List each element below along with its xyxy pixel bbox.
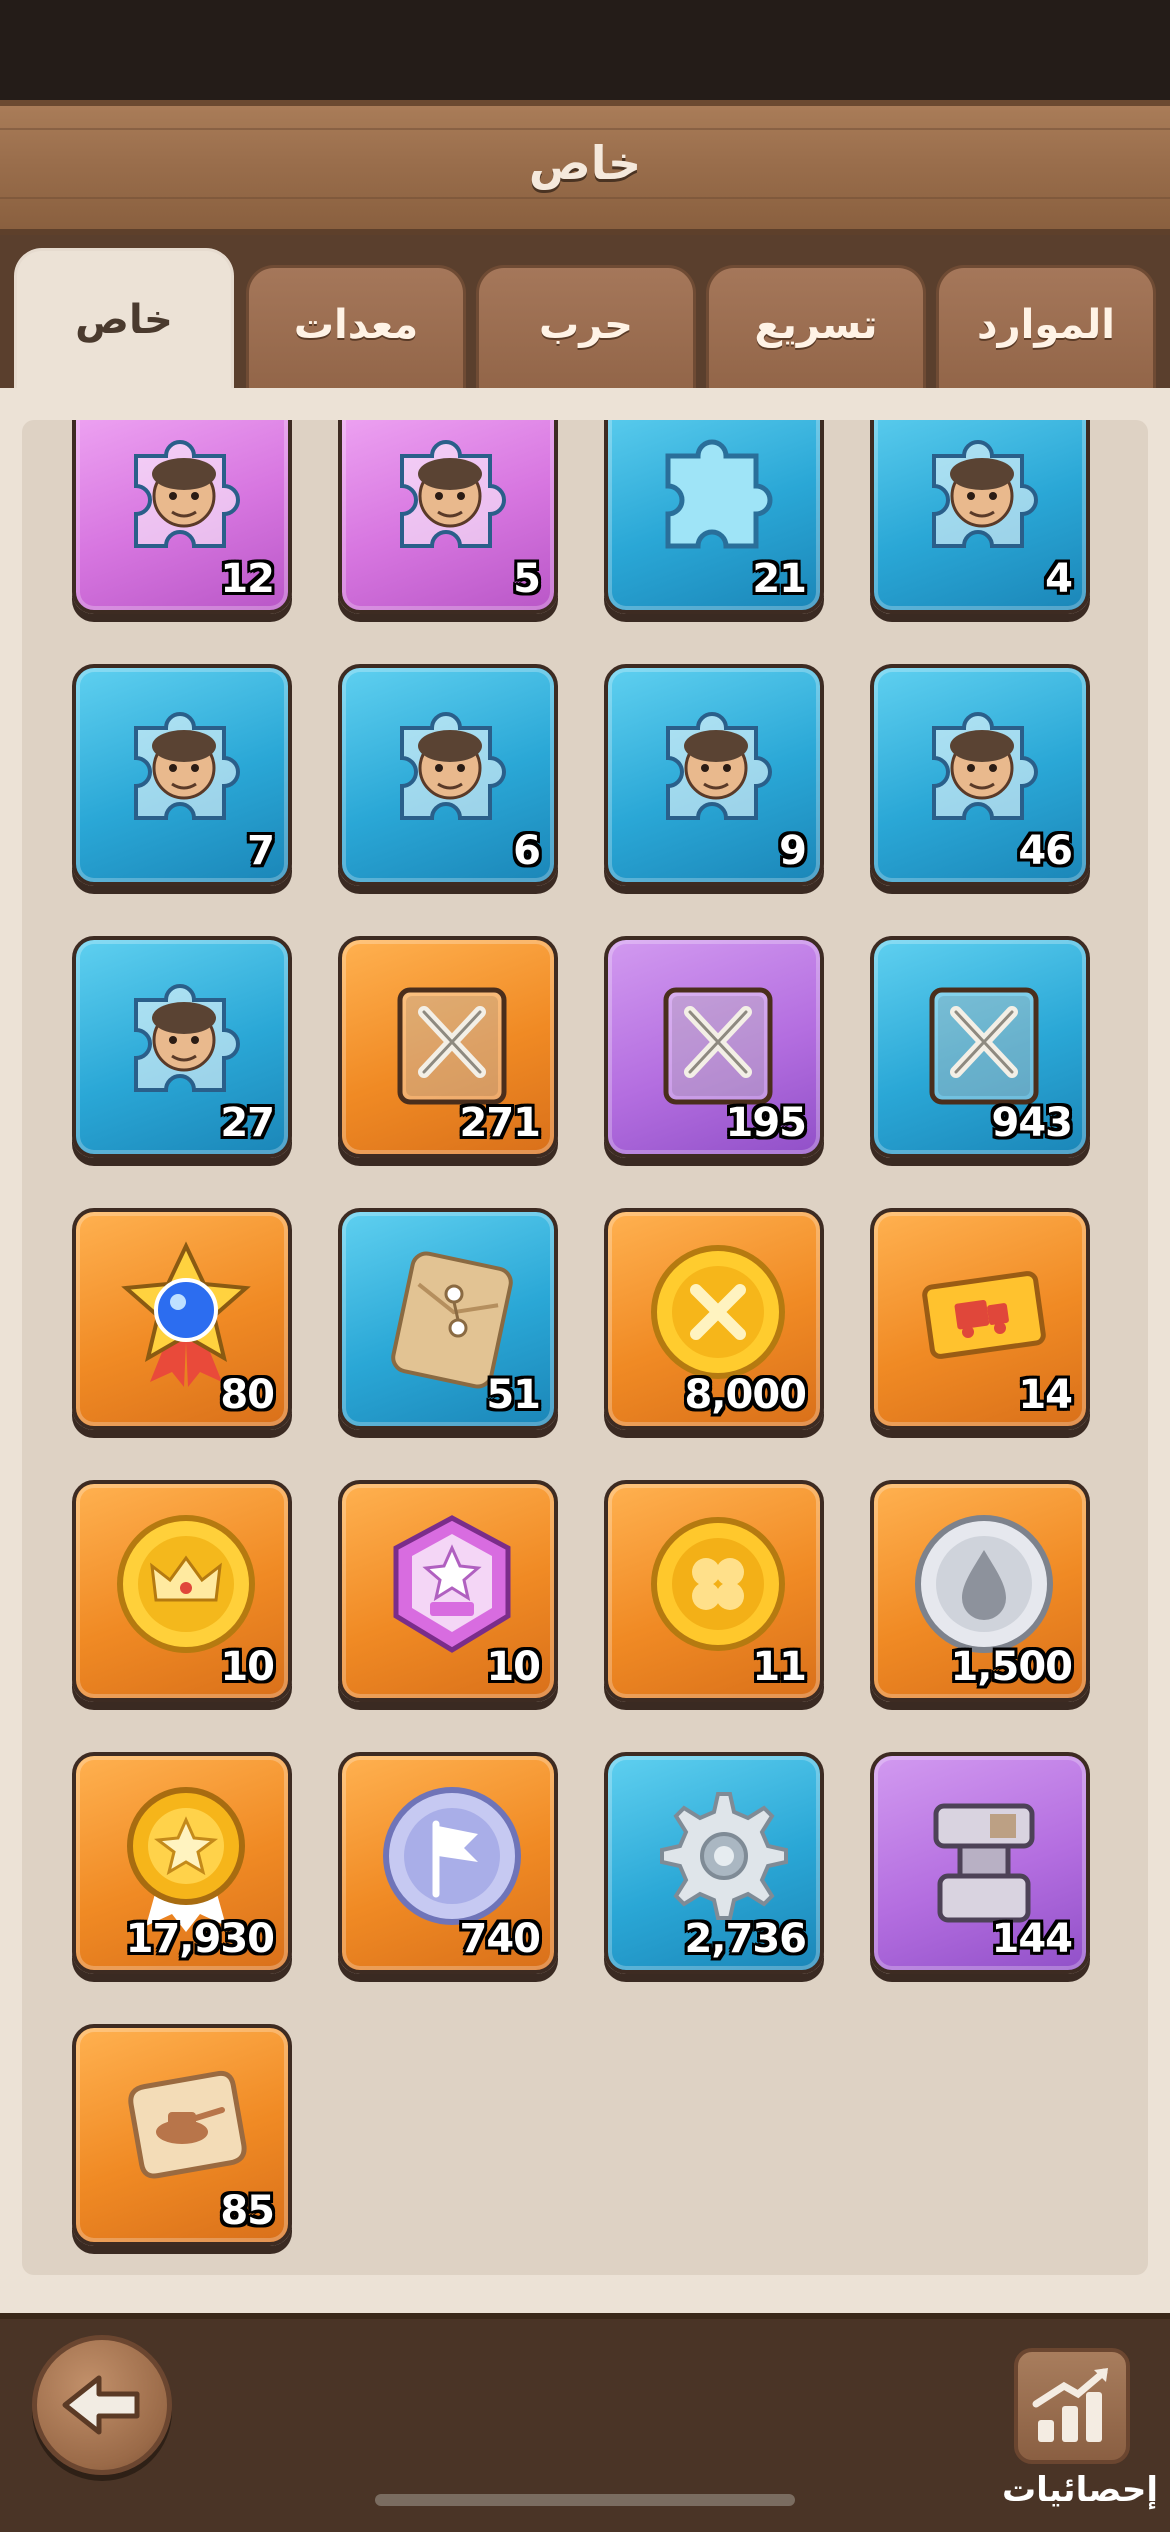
statistics-label: إحصائيات — [1001, 2470, 1158, 2510]
bar-chart-icon — [1032, 2368, 1108, 2442]
item-quantity: 85 — [220, 2188, 275, 2234]
item-quantity: 2,736 — [684, 1916, 807, 1962]
flag-coin-icon — [383, 1787, 521, 1925]
item-rank-badge[interactable]: 10 — [338, 1480, 558, 1702]
item-quantity: 1,500 — [950, 1644, 1073, 1690]
gold-medal-icon — [127, 1787, 245, 1932]
item-quantity: 8,000 — [684, 1372, 807, 1418]
item-quantity: 80 — [220, 1372, 275, 1418]
item-quantity: 7 — [247, 828, 275, 874]
puzzle-hero-icon — [666, 712, 772, 820]
puzzle-hero-icon — [400, 440, 506, 548]
item-quantity: 11 — [752, 1644, 807, 1690]
puzzle-hero-icon — [134, 440, 240, 548]
item-hero-fragment-hooded-mage[interactable]: 5 — [338, 420, 558, 614]
tab-resources[interactable]: الموارد — [936, 265, 1156, 390]
item-quantity: 21 — [752, 556, 807, 602]
item-quantity: 271 — [459, 1100, 541, 1146]
item-hero-fragment-angry-man[interactable]: 7 — [72, 664, 292, 886]
oil-drop-coin-icon — [915, 1515, 1053, 1653]
item-quantity: 12 — [220, 556, 275, 602]
item-quantity: 4 — [1045, 556, 1073, 602]
puzzle-hero-icon — [400, 712, 506, 820]
statistics-button[interactable] — [1014, 2348, 1130, 2464]
gear-icon — [660, 1792, 788, 1920]
item-quantity: 740 — [459, 1916, 541, 1962]
crown-coin-icon — [117, 1515, 255, 1653]
puzzle-piece-icon — [665, 439, 773, 549]
item-oil-drop-coin[interactable]: 1,500 — [870, 1480, 1090, 1702]
item-hero-fragment-blonde-woman[interactable]: 46 — [870, 664, 1090, 886]
item-purple-skill-book[interactable]: 195 — [604, 936, 824, 1158]
anvil-icon — [933, 1803, 1035, 1923]
item-hero-fragment-dark-hair-woman[interactable]: 4 — [870, 420, 1090, 614]
item-quantity: 5 — [513, 556, 541, 602]
item-quantity: 51 — [486, 1372, 541, 1418]
item-quantity: 943 — [991, 1100, 1073, 1146]
page-title: خاص — [528, 136, 642, 190]
items-panel: 12 5 21 4 7 6 9 46 27 271 195 943 80 51 8,000 14 10 10 11 1… — [0, 388, 1170, 2313]
item-crown-coin[interactable]: 10 — [72, 1480, 292, 1702]
item-blank-puzzle-fragment[interactable]: 21 — [604, 420, 824, 614]
item-gear[interactable]: 2,736 — [604, 1752, 824, 1974]
item-quantity: 144 — [991, 1916, 1073, 1962]
scroll-icon — [128, 2070, 247, 2179]
swords-coin-icon — [651, 1245, 785, 1379]
star-medal-icon — [121, 1241, 251, 1387]
truck-ticket-icon — [922, 1271, 1046, 1359]
arrow-left-icon — [62, 2375, 140, 2435]
item-hero-fragment-bearded-man[interactable]: 6 — [338, 664, 558, 886]
tab-speedup[interactable]: تسريع — [706, 265, 926, 390]
items-grid[interactable]: 12 5 21 4 7 6 9 46 27 271 195 943 80 51 8,000 14 10 10 11 1… — [22, 420, 1148, 2275]
item-blue-skill-book[interactable]: 943 — [870, 936, 1090, 1158]
item-hero-fragment-bearded-warrior[interactable]: 12 — [72, 420, 292, 614]
item-quantity: 10 — [220, 1644, 275, 1690]
puzzle-hero-icon — [932, 712, 1038, 820]
item-quantity: 10 — [486, 1644, 541, 1690]
item-orange-skill-book[interactable]: 271 — [338, 936, 558, 1158]
item-anvil[interactable]: 144 — [870, 1752, 1090, 1974]
skill-book-icon — [397, 987, 507, 1105]
item-swords-coin[interactable]: 8,000 — [604, 1208, 824, 1430]
puzzle-hero-icon — [134, 712, 240, 820]
item-quantity: 6 — [513, 828, 541, 874]
puzzle-hero-icon — [134, 984, 240, 1092]
item-quantity: 9 — [779, 828, 807, 874]
title-bar: خاص — [0, 100, 1170, 235]
item-gold-star-medal[interactable]: 17,930 — [72, 1752, 292, 1974]
envelope-icon — [391, 1251, 513, 1389]
back-button[interactable] — [32, 2335, 172, 2475]
skill-book-icon — [929, 987, 1039, 1105]
item-quantity: 14 — [1018, 1372, 1073, 1418]
home-indicator — [375, 2494, 795, 2506]
rank-badge-icon — [393, 1515, 511, 1653]
item-tank-scroll[interactable]: 85 — [72, 2024, 292, 2246]
item-hero-fragment-old-man[interactable]: 9 — [604, 664, 824, 886]
clover-coin-icon — [651, 1517, 785, 1651]
skill-book-icon — [663, 987, 773, 1105]
puzzle-hero-icon — [932, 440, 1038, 548]
tab-special[interactable]: خاص — [14, 248, 234, 390]
item-hero-fragment-red-hair-woman[interactable]: 27 — [72, 936, 292, 1158]
tab-equipment[interactable]: معدات — [246, 265, 466, 390]
tab-war[interactable]: حرب — [476, 265, 696, 390]
item-quantity: 17,930 — [125, 1916, 275, 1962]
item-clover-coin[interactable]: 11 — [604, 1480, 824, 1702]
item-envelope[interactable]: 51 — [338, 1208, 558, 1430]
item-flag-coin[interactable]: 740 — [338, 1752, 558, 1974]
item-truck-ticket[interactable]: 14 — [870, 1208, 1090, 1430]
status-bar — [0, 0, 1170, 100]
item-quantity: 195 — [725, 1100, 807, 1146]
item-star-medal[interactable]: 80 — [72, 1208, 292, 1430]
item-quantity: 46 — [1018, 828, 1073, 874]
item-quantity: 27 — [220, 1100, 275, 1146]
